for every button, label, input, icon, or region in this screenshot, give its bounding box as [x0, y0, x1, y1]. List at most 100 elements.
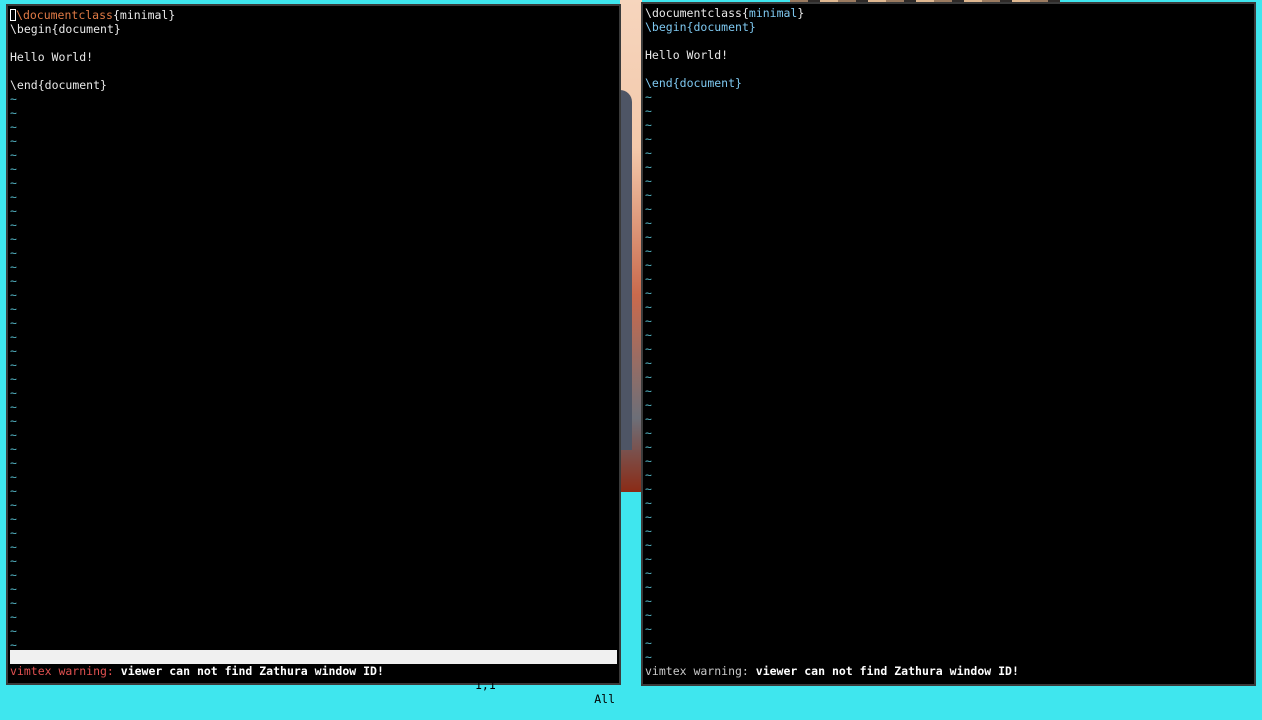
buffer-line-3[interactable]: [645, 34, 1252, 48]
brace: }: [748, 20, 756, 34]
empty-line-tilde: ~: [645, 650, 652, 664]
vim-window-left[interactable]: \documentclass{minimal} \begin{document}…: [6, 4, 621, 706]
empty-line-tilde: ~: [645, 468, 652, 482]
empty-line-tilde: ~: [10, 218, 17, 232]
empty-line-tilde: ~: [645, 398, 652, 412]
empty-line-tilde: ~: [10, 204, 17, 218]
buffer-line-5[interactable]: [645, 62, 1252, 76]
empty-line-tilde: ~: [645, 118, 652, 132]
buffer-line-1[interactable]: \documentclass{minimal}: [645, 6, 1252, 20]
empty-line-tilde: ~: [10, 120, 17, 134]
empty-line-tilde: ~: [645, 608, 652, 622]
buffer-line-3[interactable]: [10, 36, 617, 50]
brace: }: [113, 22, 121, 36]
empty-line-tilde: ~: [645, 132, 652, 146]
wallpaper-figure: [620, 90, 632, 450]
empty-line-tilde: ~: [645, 258, 652, 272]
buffer-line-6[interactable]: \end{document}: [10, 78, 617, 92]
empty-line-tilde: ~: [645, 636, 652, 650]
warning-text: viewer can not find Zathura window ID!: [113, 664, 384, 678]
latex-argument: document: [44, 78, 101, 92]
empty-line-tilde: ~: [645, 384, 652, 398]
buffer-line-2[interactable]: \begin{document}: [645, 20, 1252, 34]
empty-line-tilde: ~: [645, 496, 652, 510]
latex-command: \begin: [645, 20, 687, 34]
latex-argument: document: [679, 76, 736, 90]
empty-line-tilde: ~: [645, 622, 652, 636]
empty-line-tilde: ~: [645, 370, 652, 384]
empty-line-tilde: ~: [10, 330, 17, 344]
buffer-line-6[interactable]: \end{document}: [645, 76, 1252, 90]
empty-line-tilde: ~: [645, 90, 652, 104]
warning-text: viewer can not find Zathura window ID!: [748, 664, 1019, 678]
latex-command: \end: [10, 78, 38, 92]
brace: {: [37, 78, 45, 92]
empty-line-tilde: ~: [10, 526, 17, 540]
empty-line-tilde: ~: [10, 400, 17, 414]
empty-line-tilde: ~: [645, 510, 652, 524]
latex-argument: minimal: [119, 8, 169, 22]
empty-line-tilde: ~: [10, 512, 17, 526]
empty-line-tilde: ~: [645, 286, 652, 300]
empty-line-tilde: ~: [10, 288, 17, 302]
empty-line-tilde: ~: [10, 176, 17, 190]
empty-line-tilde: ~: [10, 624, 17, 638]
empty-line-markers: ~ ~ ~ ~ ~ ~ ~ ~ ~ ~ ~ ~ ~ ~ ~ ~ ~ ~ ~ ~ ~ ~ ~ ~ ~ ~ ~ ~ ~ ~ ~ ~ ~ ~ ~ ~ ~ ~ ~ ~…: [645, 90, 1252, 664]
empty-line-tilde: ~: [10, 372, 17, 386]
empty-line-tilde: ~: [645, 552, 652, 566]
empty-line-tilde: ~: [645, 202, 652, 216]
empty-line-tilde: ~: [10, 414, 17, 428]
empty-line-tilde: ~: [10, 582, 17, 596]
buffer-line-1[interactable]: \documentclass{minimal}: [10, 8, 617, 22]
editor-buffer[interactable]: \documentclass{minimal} \begin{document}…: [10, 8, 617, 652]
empty-line-tilde: ~: [645, 328, 652, 342]
empty-line-tilde: ~: [10, 260, 17, 274]
buffer-line-5[interactable]: [10, 64, 617, 78]
brace: {: [112, 8, 120, 22]
empty-line-tilde: ~: [645, 272, 652, 286]
empty-line-tilde: ~: [10, 134, 17, 148]
buffer-line-2[interactable]: \begin{document}: [10, 22, 617, 36]
buffer-line-4[interactable]: Hello World!: [10, 50, 617, 64]
brace: }: [735, 76, 742, 90]
latex-command: \end: [645, 76, 673, 90]
empty-line-markers: ~ ~ ~ ~ ~ ~ ~ ~ ~ ~ ~ ~ ~ ~ ~ ~ ~ ~ ~ ~ ~ ~ ~ ~ ~ ~ ~ ~ ~ ~ ~ ~ ~ ~ ~ ~ ~ ~ ~ ~: [10, 92, 617, 652]
empty-line-tilde: ~: [645, 566, 652, 580]
empty-line-tilde: ~: [645, 440, 652, 454]
latex-command: documentclass: [651, 6, 742, 20]
empty-line-tilde: ~: [10, 568, 17, 582]
empty-line-tilde: ~: [645, 230, 652, 244]
empty-line-tilde: ~: [10, 358, 17, 372]
empty-line-tilde: ~: [645, 174, 652, 188]
empty-line-tilde: ~: [645, 538, 652, 552]
empty-line-tilde: ~: [10, 344, 17, 358]
empty-line-tilde: ~: [10, 386, 17, 400]
brace: {: [672, 76, 680, 90]
empty-line-tilde: ~: [10, 148, 17, 162]
empty-line-tilde: ~: [645, 412, 652, 426]
empty-line-tilde: ~: [10, 554, 17, 568]
empty-line-tilde: ~: [10, 484, 17, 498]
empty-line-tilde: ~: [10, 428, 17, 442]
latex-command: \: [16, 8, 23, 22]
empty-line-tilde: ~: [10, 92, 17, 106]
empty-line-tilde: ~: [10, 274, 17, 288]
empty-line-tilde: ~: [645, 482, 652, 496]
vim-window-right[interactable]: \documentclass{minimal} \begin{document}…: [641, 2, 1256, 686]
brace: {: [741, 6, 749, 20]
empty-line-tilde: ~: [10, 596, 17, 610]
empty-line-tilde: ~: [645, 342, 652, 356]
brace: }: [100, 78, 107, 92]
status-line: minimal.tex [+] 1,1 All: [10, 650, 617, 706]
empty-line-tilde: ~: [645, 580, 652, 594]
latex-argument: document: [58, 22, 114, 36]
latex-command: documentclass: [22, 8, 113, 22]
buffer-line-4[interactable]: Hello World!: [645, 48, 1252, 62]
empty-line-tilde: ~: [10, 316, 17, 330]
editor-buffer[interactable]: \documentclass{minimal} \begin{document}…: [645, 6, 1252, 664]
empty-line-tilde: ~: [645, 188, 652, 202]
latex-command: \: [645, 6, 652, 20]
empty-line-tilde: ~: [645, 314, 652, 328]
empty-line-tilde: ~: [10, 610, 17, 624]
empty-line-tilde: ~: [10, 302, 17, 316]
